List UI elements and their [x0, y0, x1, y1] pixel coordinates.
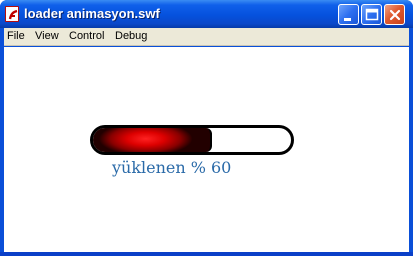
window-title: loader animasyon.swf: [24, 6, 160, 21]
menu-view[interactable]: View: [35, 30, 59, 42]
minimize-icon: [344, 18, 351, 21]
minimize-button[interactable]: [338, 4, 359, 25]
loader-label-text: yüklenen %: [112, 158, 206, 177]
menu-debug[interactable]: Debug: [115, 30, 147, 42]
menu-bar: File View Control Debug: [4, 28, 409, 46]
maximize-button[interactable]: [361, 4, 382, 25]
title-bar[interactable]: loader animasyon.swf: [0, 0, 413, 28]
close-button[interactable]: [384, 4, 405, 25]
loader-progress-label: yüklenen % 60: [112, 158, 231, 177]
menu-control[interactable]: Control: [69, 30, 104, 42]
maximize-icon: [365, 8, 379, 21]
menu-file[interactable]: File: [7, 30, 25, 42]
loader-progress-bar: [90, 125, 294, 155]
close-icon: [389, 9, 401, 21]
player-window: loader animasyon.swf File View Control D…: [0, 0, 413, 256]
loader-progress-fill: [93, 128, 212, 152]
window-bottom-border: [0, 252, 413, 256]
loader-percent-value: 60: [211, 158, 232, 177]
swf-stage: yüklenen % 60: [4, 47, 409, 252]
flash-player-icon: [5, 6, 19, 22]
